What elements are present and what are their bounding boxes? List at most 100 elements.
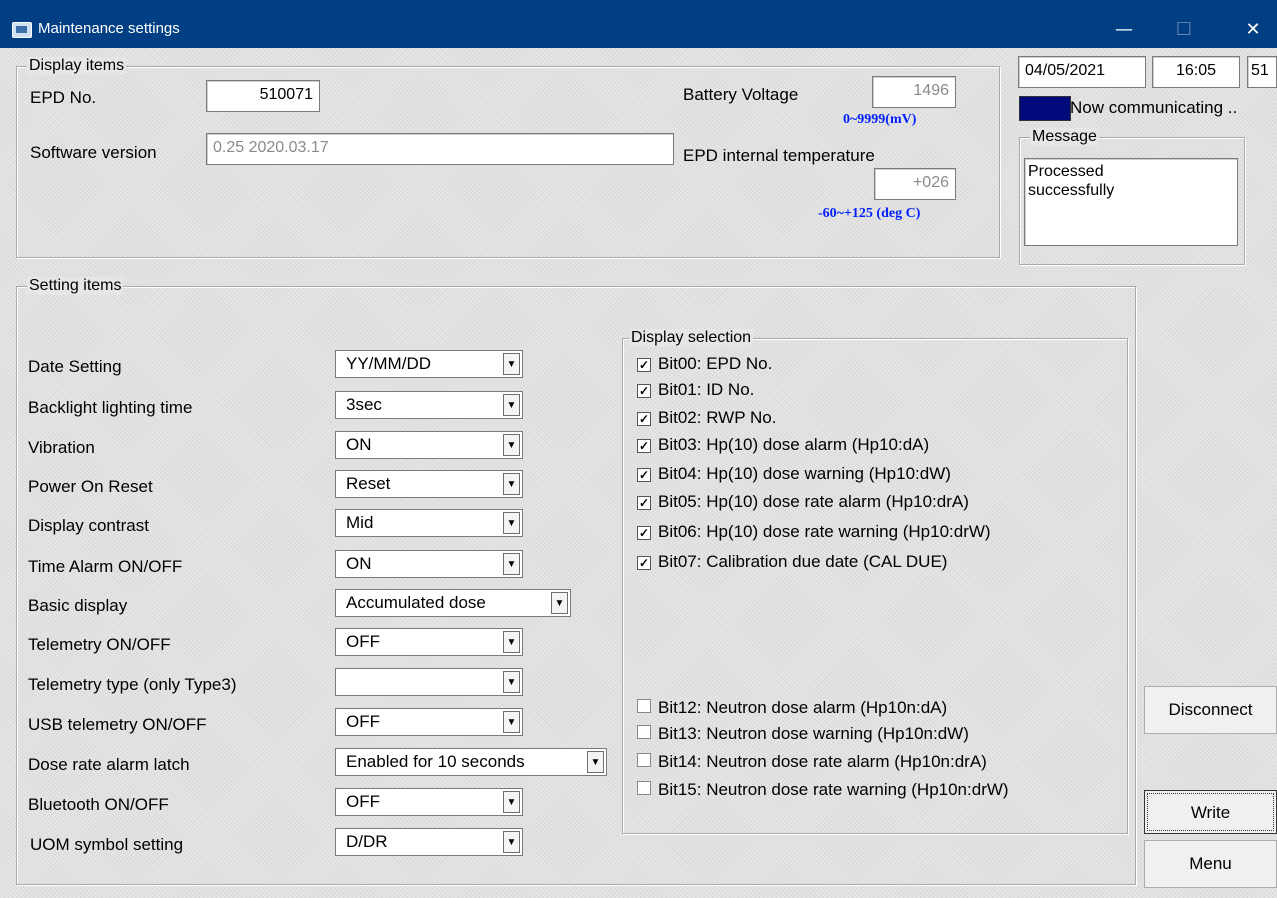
setting-value: ON: [346, 554, 372, 573]
bit-checkbox[interactable]: Bit13: Neutron dose warning (Hp10n:dW): [637, 724, 969, 744]
menu-button[interactable]: Menu: [1144, 840, 1277, 888]
bit-checkbox[interactable]: ✓ Bit03: Hp(10) dose alarm (Hp10:dA): [637, 435, 929, 455]
minimize-button[interactable]: —: [1104, 14, 1144, 46]
setting-dropdown[interactable]: Accumulated dose ▼: [335, 589, 571, 617]
setting-label: Time Alarm ON/OFF: [28, 557, 183, 576]
message-label: Message: [1030, 128, 1099, 146]
date-field[interactable]: 04/05/2021: [1018, 56, 1146, 88]
setting-dropdown[interactable]: Mid ▼: [335, 509, 523, 537]
setting-label: Power On Reset: [28, 477, 153, 496]
checkbox-checked-icon[interactable]: ✓: [637, 439, 651, 453]
bit-checkbox[interactable]: ✓ Bit02: RWP No.: [637, 408, 776, 428]
setting-dropdown[interactable]: ON ▼: [335, 431, 523, 459]
setting-value: OFF: [346, 792, 380, 811]
setting-label: Dose rate alarm latch: [28, 755, 190, 774]
dropdown-arrow-icon[interactable]: ▼: [503, 831, 520, 853]
setting-dropdown[interactable]: YY/MM/DD ▼: [335, 350, 523, 378]
battery-voltage-label: Battery Voltage: [683, 85, 799, 104]
setting-dropdown[interactable]: ON ▼: [335, 550, 523, 578]
setting-dropdown[interactable]: OFF ▼: [335, 788, 523, 816]
title-bar: Maintenance settings — ☐ ✕: [0, 0, 1277, 48]
bit-checkbox[interactable]: ✓ Bit04: Hp(10) dose warning (Hp10:dW): [637, 464, 951, 484]
setting-value: OFF: [346, 712, 380, 731]
checkbox-checked-icon[interactable]: ✓: [637, 556, 651, 570]
close-button[interactable]: ✕: [1233, 14, 1273, 46]
message-line-2: successfully: [1028, 182, 1115, 199]
display-items-label: Display items: [27, 57, 127, 75]
temperature-label: EPD internal temperature: [683, 146, 875, 165]
setting-dropdown[interactable]: Reset ▼: [335, 470, 523, 498]
setting-dropdown[interactable]: ▼: [335, 668, 523, 696]
battery-voltage-field[interactable]: 1496: [872, 76, 956, 108]
setting-dropdown[interactable]: 3sec ▼: [335, 391, 523, 419]
disconnect-button[interactable]: Disconnect: [1144, 686, 1277, 734]
bit-label: Bit06: Hp(10) dose rate warning (Hp10:dr…: [658, 522, 991, 541]
dropdown-arrow-icon[interactable]: ▼: [503, 353, 520, 375]
setting-label: Vibration: [28, 438, 95, 457]
bit-checkbox[interactable]: Bit12: Neutron dose alarm (Hp10n:dA): [637, 698, 947, 718]
dropdown-arrow-icon[interactable]: ▼: [503, 473, 520, 495]
temperature-field[interactable]: +026: [874, 168, 956, 200]
checkbox-empty-icon[interactable]: [637, 753, 651, 767]
bit-checkbox[interactable]: Bit15: Neutron dose rate warning (Hp10n:…: [637, 780, 1009, 800]
setting-label: Display contrast: [28, 516, 149, 535]
setting-label: Backlight lighting time: [28, 398, 193, 417]
bit-label: Bit04: Hp(10) dose warning (Hp10:dW): [658, 464, 951, 483]
setting-dropdown[interactable]: Enabled for 10 seconds ▼: [335, 748, 607, 776]
dropdown-arrow-icon[interactable]: ▼: [587, 751, 604, 773]
message-line-1: Processed: [1028, 163, 1104, 180]
checkbox-empty-icon[interactable]: [637, 725, 651, 739]
bit-checkbox[interactable]: ✓ Bit05: Hp(10) dose rate alarm (Hp10:drA…: [637, 492, 969, 512]
time-field[interactable]: 16:05: [1152, 56, 1240, 88]
bit-checkbox[interactable]: ✓ Bit07: Calibration due date (CAL DUE): [637, 552, 947, 572]
seconds-field[interactable]: 51: [1247, 56, 1277, 88]
bit-label: Bit03: Hp(10) dose alarm (Hp10:dA): [658, 435, 930, 454]
epd-no-label: EPD No.: [30, 88, 97, 107]
battery-range-text: 0~9999(mV): [843, 112, 917, 127]
dropdown-arrow-icon[interactable]: ▼: [503, 553, 520, 575]
dropdown-arrow-icon[interactable]: ▼: [503, 711, 520, 733]
software-version-label: Software version: [30, 143, 157, 162]
software-version-field[interactable]: 0.25 2020.03.17: [206, 133, 674, 165]
bit-checkbox[interactable]: ✓ Bit01: ID No.: [637, 380, 754, 400]
bit-checkbox[interactable]: ✓ Bit00: EPD No.: [637, 354, 772, 374]
checkbox-checked-icon[interactable]: ✓: [637, 496, 651, 510]
bit-label: Bit02: RWP No.: [658, 408, 777, 427]
display-selection-label: Display selection: [629, 329, 754, 347]
dropdown-arrow-icon[interactable]: ▼: [503, 671, 520, 693]
setting-dropdown[interactable]: OFF ▼: [335, 708, 523, 736]
app-icon: [12, 22, 32, 38]
dropdown-arrow-icon[interactable]: ▼: [551, 592, 568, 614]
temperature-range-text: -60~+125 (deg C): [818, 206, 921, 221]
setting-items-label: Setting items: [27, 277, 124, 295]
window-title: Maintenance settings: [38, 20, 180, 37]
checkbox-checked-icon[interactable]: ✓: [637, 384, 651, 398]
dropdown-arrow-icon[interactable]: ▼: [503, 512, 520, 534]
checkbox-checked-icon[interactable]: ✓: [637, 468, 651, 482]
bit-label: Bit13: Neutron dose warning (Hp10n:dW): [658, 724, 969, 743]
setting-dropdown[interactable]: OFF ▼: [335, 628, 523, 656]
checkbox-checked-icon[interactable]: ✓: [637, 412, 651, 426]
checkbox-empty-icon[interactable]: [637, 781, 651, 795]
message-box: Processed successfully: [1024, 158, 1238, 246]
setting-value: Mid: [346, 513, 374, 532]
setting-label: Telemetry ON/OFF: [28, 635, 171, 654]
dropdown-arrow-icon[interactable]: ▼: [503, 791, 520, 813]
dropdown-arrow-icon[interactable]: ▼: [503, 434, 520, 456]
setting-label: Telemetry type (only Type3): [28, 675, 237, 694]
setting-value: 3sec: [346, 395, 382, 414]
dropdown-arrow-icon[interactable]: ▼: [503, 631, 520, 653]
checkbox-checked-icon[interactable]: ✓: [637, 358, 651, 372]
epd-no-field[interactable]: 510071: [206, 80, 320, 112]
setting-dropdown[interactable]: D/DR ▼: [335, 828, 523, 856]
checkbox-checked-icon[interactable]: ✓: [637, 526, 651, 540]
bit-checkbox[interactable]: ✓ Bit06: Hp(10) dose rate warning (Hp10:d…: [637, 522, 991, 542]
setting-value: Enabled for 10 seconds: [346, 752, 525, 771]
bit-label: Bit01: ID No.: [658, 380, 755, 399]
maximize-button: ☐: [1175, 19, 1193, 40]
bit-checkbox[interactable]: Bit14: Neutron dose rate alarm (Hp10n:dr…: [637, 752, 987, 772]
dropdown-arrow-icon[interactable]: ▼: [503, 394, 520, 416]
bit-label: Bit05: Hp(10) dose rate alarm (Hp10:drA): [658, 492, 969, 511]
checkbox-empty-icon[interactable]: [637, 699, 651, 713]
write-button[interactable]: Write: [1144, 790, 1277, 834]
